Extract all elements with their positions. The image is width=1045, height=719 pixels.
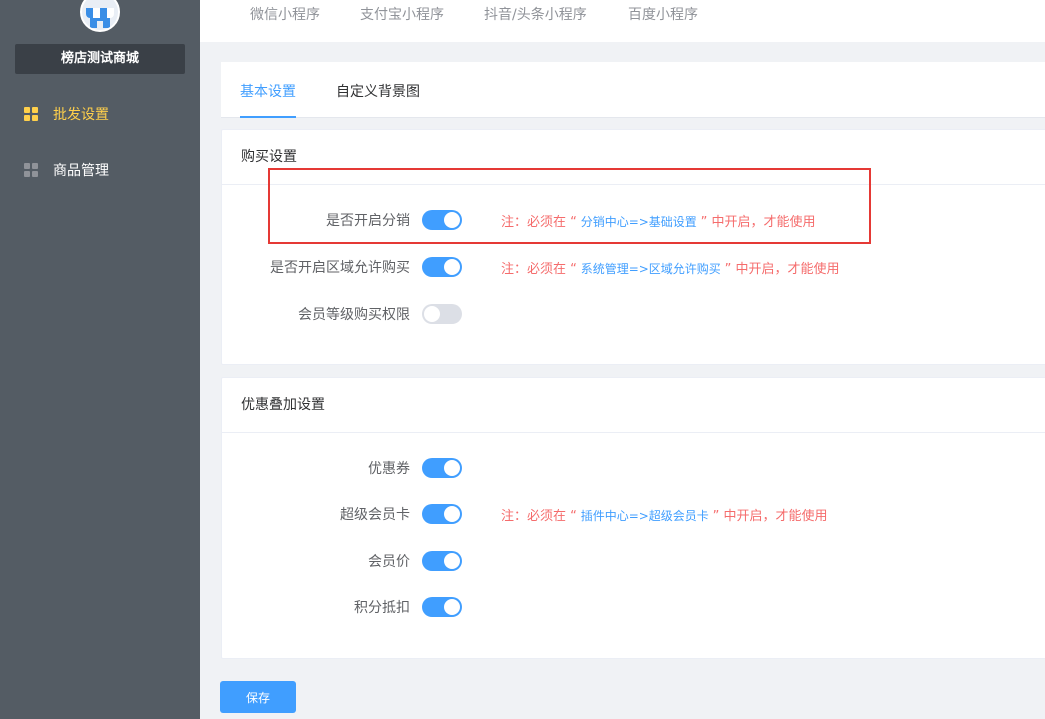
settings-tabs: 基本设置 自定义背景图 [221, 62, 1045, 118]
note-text: 注：必须在 “ 分销中心=>基础设置 ” 中开启，才能使用 [501, 215, 816, 230]
sidebar-item-wholesale-settings[interactable]: 批发设置 [0, 89, 200, 139]
tab-alipay-mini-program[interactable]: 支付宝小程序 [360, 4, 444, 24]
sidebar-item-label: 批发设置 [53, 107, 109, 123]
note-link[interactable]: 系统管理=>区域允许购买 [577, 262, 725, 276]
save-button[interactable]: 保存 [220, 681, 296, 713]
member-price-switch[interactable] [422, 551, 462, 571]
points-deduction-switch[interactable] [422, 597, 462, 617]
shop-name: 榜店测试商城 [15, 44, 185, 74]
form-row-coupon: 优惠券 [222, 456, 1045, 480]
form-row-member-price: 会员价 [222, 549, 1045, 573]
form-row-region-purchase: 是否开启区域允许购买 注：必须在 “ 系统管理=>区域允许购买 ” 中开启，才能… [222, 255, 1045, 279]
distribution-switch[interactable] [422, 210, 462, 230]
note-link[interactable]: 插件中心=>超级会员卡 [577, 509, 713, 523]
field-label: 是否开启区域允许购买 [270, 260, 410, 276]
tab-custom-background[interactable]: 自定义背景图 [336, 81, 420, 101]
tab-douyin-mini-program[interactable]: 抖音/头条小程序 [484, 4, 587, 24]
field-label: 积分抵扣 [354, 600, 410, 616]
sidebar: 榜店测试商城 批发设置 商品管理 [0, 0, 200, 719]
note-text: 注：必须在 “ 系统管理=>区域允许购买 ” 中开启，才能使用 [501, 262, 840, 277]
section-title: 优惠叠加设置 [222, 378, 1045, 433]
tab-basic-settings[interactable]: 基本设置 [240, 81, 296, 101]
super-member-card-switch[interactable] [422, 504, 462, 524]
note-text: 注：必须在 “ 插件中心=>超级会员卡 ” 中开启，才能使用 [501, 509, 828, 524]
coupon-switch[interactable] [422, 458, 462, 478]
field-label: 会员价 [368, 554, 410, 570]
active-tab-indicator [240, 116, 296, 118]
region-purchase-switch[interactable] [422, 257, 462, 277]
field-label: 优惠券 [368, 461, 410, 477]
sidebar-item-label: 商品管理 [53, 163, 109, 179]
tab-wechat-mini-program[interactable]: 微信小程序 [250, 4, 320, 24]
form-row-distribution: 是否开启分销 注：必须在 “ 分销中心=>基础设置 ” 中开启，才能使用 [222, 208, 1045, 232]
form-row-member-level: 会员等级购买权限 [222, 302, 1045, 326]
shop-logo-icon [80, 0, 120, 32]
field-label: 是否开启分销 [326, 213, 410, 229]
sidebar-item-product-management[interactable]: 商品管理 [0, 145, 200, 195]
form-row-super-member-card: 超级会员卡 注：必须在 “ 插件中心=>超级会员卡 ” 中开启，才能使用 [222, 502, 1045, 526]
form-row-points-deduction: 积分抵扣 [222, 595, 1045, 619]
grid-icon [24, 163, 38, 177]
grid-icon [24, 107, 38, 121]
field-label: 超级会员卡 [340, 507, 410, 523]
section-title: 购买设置 [222, 130, 1045, 185]
field-label: 会员等级购买权限 [298, 307, 410, 323]
tab-baidu-mini-program[interactable]: 百度小程序 [628, 4, 698, 24]
note-link[interactable]: 分销中心=>基础设置 [577, 215, 701, 229]
purchase-settings-card: 购买设置 是否开启分销 注：必须在 “ 分销中心=>基础设置 ” 中开启，才能使… [221, 129, 1045, 365]
discount-settings-card: 优惠叠加设置 优惠券 超级会员卡 注：必须在 “ 插件中心=>超级会员卡 ” 中… [221, 377, 1045, 659]
platform-tabs: 微信小程序 支付宝小程序 抖音/头条小程序 百度小程序 [200, 0, 1045, 42]
member-level-switch[interactable] [422, 304, 462, 324]
